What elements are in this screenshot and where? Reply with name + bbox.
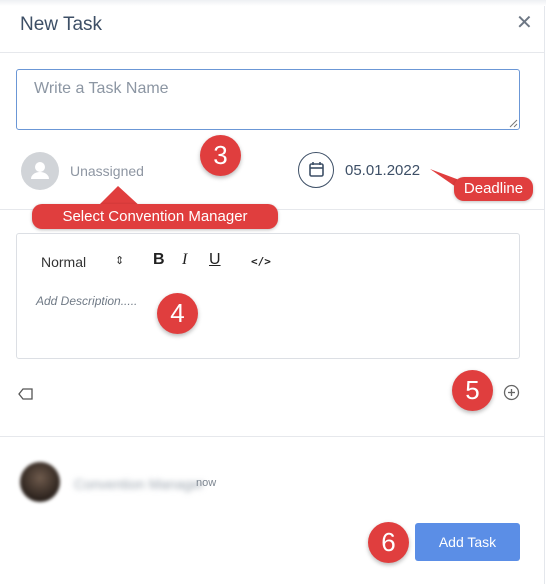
annotation-arrows [96, 169, 462, 208]
select-manager-callout: Select Convention Manager [32, 204, 278, 229]
step-4-marker: 4 [157, 293, 198, 334]
step-3-marker: 3 [200, 135, 241, 176]
deadline-callout: Deadline [454, 177, 533, 201]
step-5-marker: 5 [452, 370, 493, 411]
step-6-marker: 6 [368, 522, 409, 563]
